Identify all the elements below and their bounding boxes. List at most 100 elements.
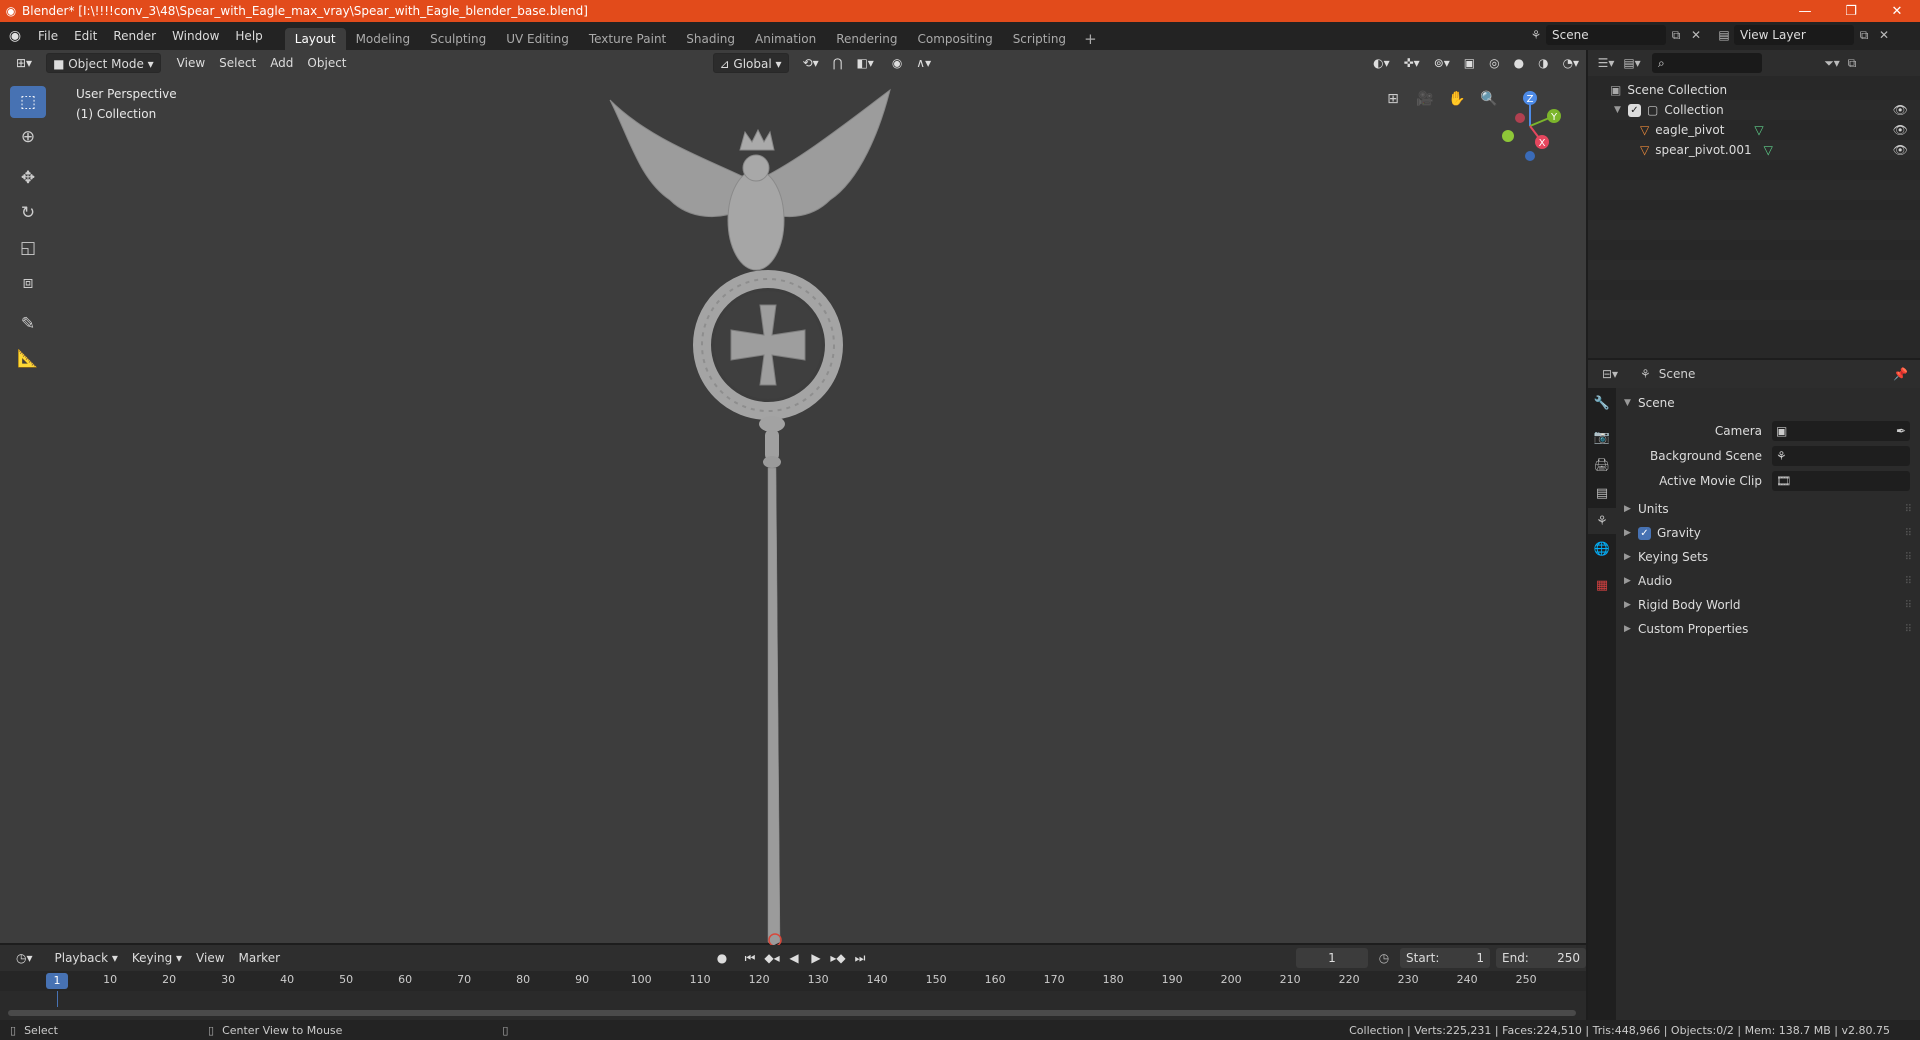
gravity-panel[interactable]: ▶ ✓ Gravity ⠿ — [1618, 521, 1920, 545]
select-box-tool-icon[interactable]: ⬚ — [10, 86, 46, 118]
pan-hand-icon[interactable]: ✋ — [1444, 86, 1470, 112]
drag-grip-icon[interactable]: ⠿ — [1905, 576, 1912, 587]
texture-tab-icon[interactable]: ▦ — [1588, 572, 1616, 598]
play-reverse-icon[interactable]: ◀ — [784, 948, 804, 968]
render-tab-icon[interactable]: 📷 — [1588, 424, 1616, 450]
snap-icon[interactable]: ⋂ — [827, 53, 849, 73]
filter-icon[interactable]: ⏷▾ — [1822, 53, 1842, 73]
grid-view-icon[interactable]: ⊞ — [1380, 86, 1406, 112]
editor-type-icon[interactable]: ⊞▾ — [10, 53, 38, 73]
tool-tab-icon[interactable]: 🔧 — [1588, 390, 1616, 416]
menu-edit[interactable]: Edit — [66, 25, 105, 47]
viewport-menu-object[interactable]: Object — [301, 53, 352, 73]
drag-grip-icon[interactable]: ⠿ — [1905, 504, 1912, 515]
next-keyframe-icon[interactable]: ▸◆ — [828, 948, 848, 968]
tab-shading[interactable]: Shading — [676, 28, 745, 50]
scene-icon[interactable]: ⚘ — [1526, 25, 1546, 45]
gravity-checkbox[interactable]: ✓ — [1638, 526, 1651, 540]
jump-start-icon[interactable]: ⏮ — [740, 948, 760, 968]
cursor-tool-icon[interactable]: ⊕ — [10, 121, 46, 153]
rotate-tool-icon[interactable]: ↻ — [10, 197, 46, 229]
timeline-ruler[interactable]: 1 10 20 30 40 50 60 70 80 90 100 110 120 130 140 150 160… — [0, 971, 1586, 991]
tab-rendering[interactable]: Rendering — [826, 28, 907, 50]
move-tool-icon[interactable]: ✥ — [10, 162, 46, 194]
timeline-menu-keying[interactable]: Keying ▾ — [126, 948, 188, 968]
custom-properties-panel[interactable]: ▶ Custom Properties ⠿ — [1618, 617, 1920, 641]
transform-orientation-dropdown[interactable]: ⊿ Global ▾ — [712, 53, 789, 73]
tab-sculpting[interactable]: Sculpting — [420, 28, 496, 50]
tab-layout[interactable]: Layout — [284, 28, 346, 50]
navigation-gizmo[interactable]: Z Y X — [1490, 86, 1570, 166]
delete-view-layer-icon[interactable]: ✕ — [1874, 25, 1894, 45]
drag-grip-icon[interactable]: ⠿ — [1905, 624, 1912, 635]
visibility-icon[interactable]: ◐▾ — [1367, 53, 1396, 73]
overlay-toggle-icon[interactable]: ⊚▾ — [1428, 53, 1456, 73]
xray-icon[interactable]: ▣ — [1458, 53, 1481, 73]
keying-sets-panel[interactable]: ▶ Keying Sets ⠿ — [1618, 545, 1920, 569]
timeline-menu-playback[interactable]: Playback ▾ — [49, 948, 124, 968]
proportional-edit-icon[interactable]: ◉ — [886, 53, 908, 73]
visibility-eye-icon[interactable]: 👁 — [1893, 103, 1908, 117]
viewport-menu-view[interactable]: View — [171, 53, 211, 73]
measure-tool-icon[interactable]: 📐 — [10, 343, 46, 375]
outliner-editor-type-icon[interactable]: ☰▾ — [1596, 53, 1616, 73]
timeline-menu-view[interactable]: View — [190, 948, 230, 968]
menu-help[interactable]: Help — [227, 25, 270, 47]
expand-arrow-icon[interactable]: ▼ — [1614, 105, 1628, 115]
outliner-object-spear-pivot[interactable]: ▽ spear_pivot.001 ▽ 👁 — [1588, 140, 1920, 160]
tab-uv-editing[interactable]: UV Editing — [496, 28, 579, 50]
restore-button[interactable]: ❐ — [1828, 0, 1874, 22]
outliner-search-input[interactable]: ⌕ — [1652, 53, 1762, 73]
transform-tool-icon[interactable]: ⧈ — [10, 267, 46, 299]
falloff-icon[interactable]: ∧▾ — [910, 53, 937, 73]
units-panel[interactable]: ▶ Units ⠿ — [1618, 497, 1920, 521]
play-icon[interactable]: ▶ — [806, 948, 826, 968]
background-scene-field[interactable]: ⚘ — [1772, 445, 1910, 466]
solid-shading-icon[interactable]: ● — [1508, 53, 1530, 73]
spear-with-eagle-model[interactable] — [600, 80, 900, 950]
timeline-editor-type-icon[interactable]: ◷▾ — [10, 948, 39, 968]
minimize-button[interactable]: — — [1782, 0, 1828, 22]
menu-render[interactable]: Render — [105, 25, 164, 47]
timeline-menu-marker[interactable]: Marker — [233, 948, 286, 968]
object-mode-dropdown[interactable]: ■ Object Mode ▾ — [46, 53, 161, 73]
timeline-scrollbar[interactable] — [8, 1010, 1576, 1016]
current-frame-field[interactable]: 1 — [1296, 948, 1368, 968]
visibility-eye-icon[interactable]: 👁 — [1893, 143, 1908, 157]
tab-compositing[interactable]: Compositing — [907, 28, 1002, 50]
rendered-shading-icon[interactable]: ◔▾ — [1557, 53, 1586, 73]
snap-target-icon[interactable]: ◧▾ — [850, 53, 879, 73]
mesh-data-icon[interactable]: ▽ — [1754, 123, 1763, 137]
end-frame-field[interactable]: End: 250 — [1496, 948, 1586, 968]
tab-animation[interactable]: Animation — [745, 28, 826, 50]
tab-texture-paint[interactable]: Texture Paint — [579, 28, 676, 50]
drag-grip-icon[interactable]: ⠿ — [1905, 552, 1912, 563]
view-layer-icon[interactable]: ▤ — [1714, 25, 1734, 45]
add-workspace-icon[interactable]: + — [1076, 28, 1105, 50]
start-frame-field[interactable]: Start: 1 — [1400, 948, 1490, 968]
tab-modeling[interactable]: Modeling — [346, 28, 421, 50]
outliner-object-eagle-pivot[interactable]: ▽ eagle_pivot ▽ 👁 — [1588, 120, 1920, 140]
menu-file[interactable]: File — [30, 25, 66, 47]
exclude-checkbox[interactable]: ✓ — [1628, 103, 1641, 117]
jump-end-icon[interactable]: ⏭ — [850, 948, 870, 968]
pin-icon[interactable]: 📌 — [1893, 367, 1908, 381]
3d-viewport[interactable]: ⊞▾ ■ Object Mode ▾ View Select Add Objec… — [0, 50, 1586, 947]
viewport-menu-add[interactable]: Add — [264, 53, 299, 73]
properties-editor-type-icon[interactable]: ⊟▾ — [1600, 364, 1620, 384]
drag-grip-icon[interactable]: ⠿ — [1905, 528, 1912, 539]
mesh-data-icon[interactable]: ▽ — [1764, 143, 1773, 157]
drag-grip-icon[interactable]: ⠿ — [1905, 600, 1912, 611]
view-layer-tab-icon[interactable]: ▤ — [1588, 480, 1616, 506]
viewport-menu-select[interactable]: Select — [213, 53, 262, 73]
view-layer-field[interactable]: View Layer — [1734, 25, 1854, 45]
delete-scene-icon[interactable]: ✕ — [1686, 25, 1706, 45]
camera-field[interactable]: ▣ ✒ — [1772, 420, 1910, 441]
neg-z-axis-handle[interactable] — [1525, 151, 1535, 161]
wireframe-shading-icon[interactable]: ◎ — [1483, 53, 1505, 73]
scene-panel-header[interactable]: ▼ Scene — [1618, 392, 1920, 414]
preview-range-icon[interactable]: ◷ — [1374, 948, 1394, 968]
new-collection-icon[interactable]: ⧉ — [1842, 53, 1862, 73]
world-tab-icon[interactable]: 🌐 — [1588, 536, 1616, 562]
eyedropper-icon[interactable]: ✒ — [1896, 424, 1906, 438]
